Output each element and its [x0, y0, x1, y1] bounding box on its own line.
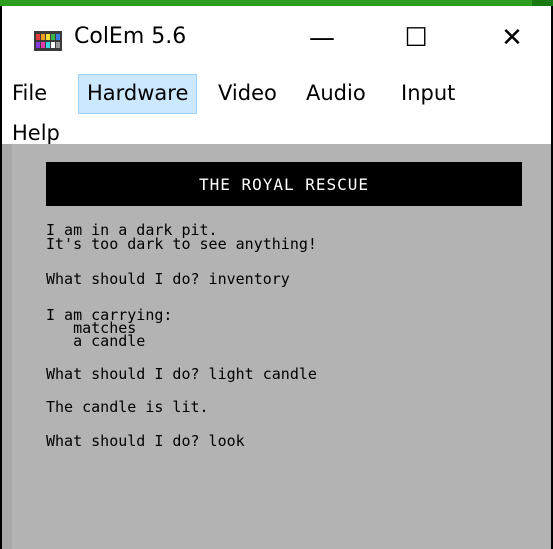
window-title: ColEm 5.6: [74, 24, 187, 49]
game-title-banner: THE ROYAL RESCUE: [46, 162, 522, 206]
terminal-line: What should I do? inventory: [46, 270, 290, 288]
menu-audio[interactable]: Audio: [298, 74, 374, 112]
menu-file[interactable]: File: [4, 74, 55, 112]
menu-input[interactable]: Input: [393, 74, 463, 112]
close-icon: ✕: [501, 23, 523, 53]
terminal-line: The candle is lit.: [46, 398, 209, 416]
game-title: THE ROYAL RESCUE: [198, 174, 370, 194]
emulator-screen[interactable]: THE ROYAL RESCUE I am in a dark pit. It'…: [2, 144, 551, 549]
minimize-icon: —: [309, 23, 335, 53]
maximize-icon: ☐: [404, 23, 428, 53]
colem-app-icon: [34, 31, 62, 51]
menu-video[interactable]: Video: [210, 74, 285, 112]
screen-left-edge: [2, 144, 12, 549]
minimize-button[interactable]: —: [292, 18, 352, 58]
close-button[interactable]: ✕: [482, 18, 542, 58]
terminal-line: What should I do? look: [46, 432, 245, 450]
terminal-line: It's too dark to see anything!: [46, 235, 317, 253]
menu-bar: File Hardware Video Audio Input Help: [2, 70, 551, 145]
title-bar[interactable]: ColEm 5.6 — ☐ ✕: [2, 6, 551, 74]
terminal-line: What should I do? light candle: [46, 365, 317, 383]
terminal-line: a candle: [46, 332, 146, 350]
menu-hardware[interactable]: Hardware: [78, 74, 198, 114]
colem-window: ColEm 5.6 — ☐ ✕ File Hardware Video Audi…: [0, 6, 553, 549]
maximize-button[interactable]: ☐: [386, 18, 446, 58]
